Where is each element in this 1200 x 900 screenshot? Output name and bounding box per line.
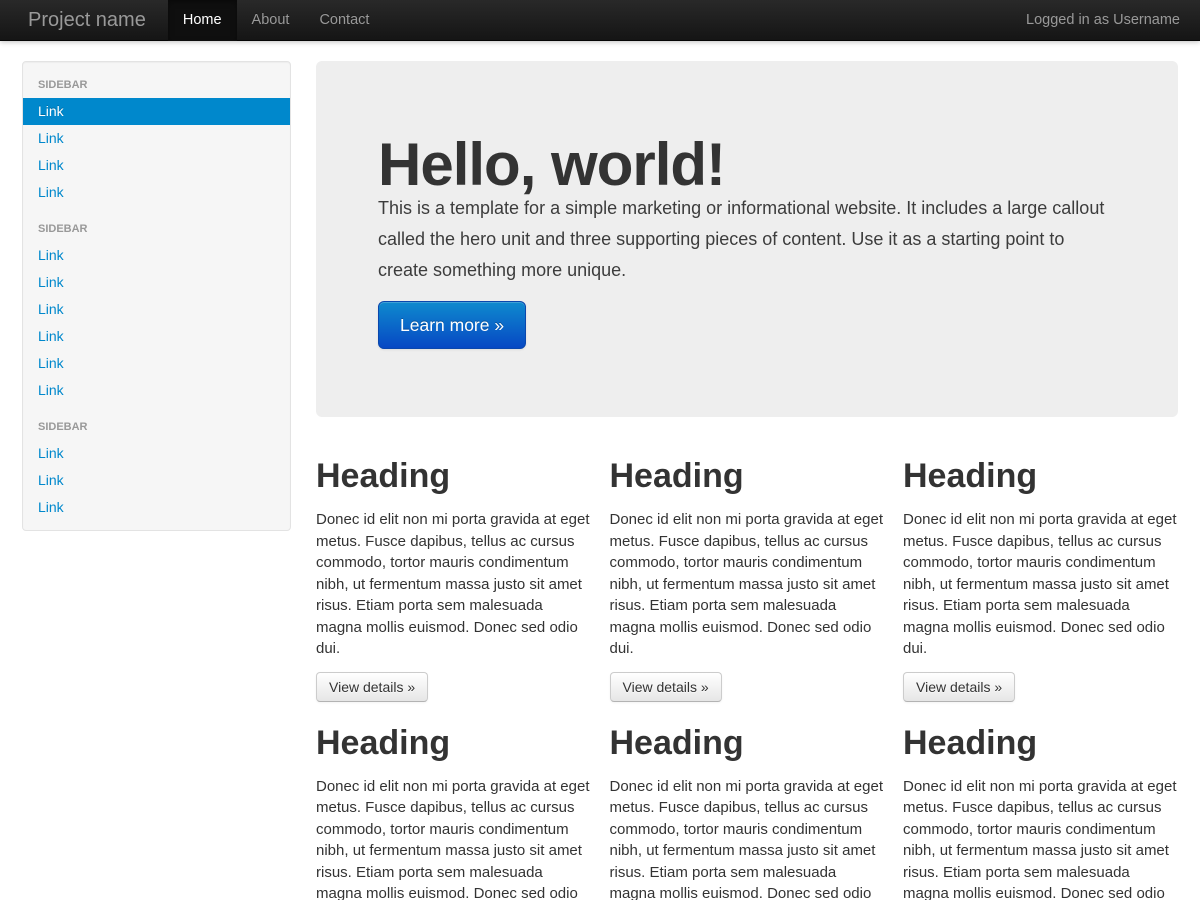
card-heading: Heading bbox=[610, 722, 885, 764]
view-details-button[interactable]: View details » bbox=[610, 672, 722, 702]
logged-in-status: Logged in as Username bbox=[1026, 0, 1180, 40]
card-body: Donec id elit non mi porta gravida at eg… bbox=[610, 776, 885, 900]
content-card: Heading Donec id elit non mi porta gravi… bbox=[610, 455, 885, 702]
learn-more-button[interactable]: Learn more » bbox=[378, 301, 526, 349]
nav-link-contact[interactable]: Contact bbox=[304, 0, 384, 41]
sidebar-group-header: SIDEBAR bbox=[23, 413, 290, 440]
card-body: Donec id elit non mi porta gravida at eg… bbox=[903, 776, 1178, 900]
cards-row-1: Heading Donec id elit non mi porta gravi… bbox=[316, 455, 1178, 702]
nav-item-contact: Contact bbox=[304, 0, 384, 40]
sidebar-link[interactable]: Link bbox=[23, 296, 290, 323]
brand-link[interactable]: Project name bbox=[20, 0, 154, 40]
sidebar: SIDEBAR Link Link Link Link SIDEBAR Link… bbox=[22, 61, 291, 531]
cards-row-2: Heading Donec id elit non mi porta gravi… bbox=[316, 722, 1178, 900]
top-navbar: Project name Home About Contact Logged i… bbox=[0, 0, 1200, 41]
content-card: Heading Donec id elit non mi porta gravi… bbox=[316, 722, 591, 900]
sidebar-link[interactable]: Link bbox=[23, 179, 290, 206]
sidebar-link-active[interactable]: Link bbox=[23, 98, 290, 125]
hero-unit: Hello, world! This is a template for a s… bbox=[316, 61, 1178, 417]
hero-text: This is a template for a simple marketin… bbox=[378, 193, 1116, 286]
view-details-button[interactable]: View details » bbox=[316, 672, 428, 702]
sidebar-link[interactable]: Link bbox=[23, 440, 290, 467]
content-card: Heading Donec id elit non mi porta gravi… bbox=[903, 455, 1178, 702]
sidebar-link[interactable]: Link bbox=[23, 125, 290, 152]
card-heading: Heading bbox=[903, 455, 1178, 497]
sidebar-link[interactable]: Link bbox=[23, 242, 290, 269]
content-card: Heading Donec id elit non mi porta gravi… bbox=[610, 722, 885, 900]
sidebar-link[interactable]: Link bbox=[23, 377, 290, 404]
sidebar-link[interactable]: Link bbox=[23, 269, 290, 296]
sidebar-link[interactable]: Link bbox=[23, 494, 290, 521]
hero-title: Hello, world! bbox=[378, 137, 1116, 193]
sidebar-link[interactable]: Link bbox=[23, 467, 290, 494]
sidebar-well: SIDEBAR Link Link Link Link SIDEBAR Link… bbox=[22, 61, 291, 531]
nav-item-home: Home bbox=[168, 0, 237, 40]
nav-link-home[interactable]: Home bbox=[168, 0, 237, 41]
card-heading: Heading bbox=[903, 722, 1178, 764]
content-card: Heading Donec id elit non mi porta gravi… bbox=[903, 722, 1178, 900]
card-body: Donec id elit non mi porta gravida at eg… bbox=[316, 776, 591, 900]
view-details-button[interactable]: View details » bbox=[903, 672, 1015, 702]
card-heading: Heading bbox=[316, 722, 591, 764]
sidebar-group-header: SIDEBAR bbox=[23, 71, 290, 98]
nav-item-about: About bbox=[237, 0, 305, 40]
sidebar-link[interactable]: Link bbox=[23, 323, 290, 350]
card-body: Donec id elit non mi porta gravida at eg… bbox=[610, 509, 885, 660]
sidebar-link[interactable]: Link bbox=[23, 152, 290, 179]
content-card: Heading Donec id elit non mi porta gravi… bbox=[316, 455, 591, 702]
page-container: SIDEBAR Link Link Link Link SIDEBAR Link… bbox=[0, 41, 1200, 900]
card-heading: Heading bbox=[316, 455, 591, 497]
nav-link-about[interactable]: About bbox=[237, 0, 305, 41]
navbar-menu: Home About Contact bbox=[168, 0, 385, 40]
card-body: Donec id elit non mi porta gravida at eg… bbox=[903, 509, 1178, 660]
card-body: Donec id elit non mi porta gravida at eg… bbox=[316, 509, 591, 660]
sidebar-group-header: SIDEBAR bbox=[23, 215, 290, 242]
card-heading: Heading bbox=[610, 455, 885, 497]
main-content: Hello, world! This is a template for a s… bbox=[316, 61, 1178, 900]
sidebar-nav-list: SIDEBAR Link Link Link Link SIDEBAR Link… bbox=[23, 71, 290, 521]
sidebar-link[interactable]: Link bbox=[23, 350, 290, 377]
